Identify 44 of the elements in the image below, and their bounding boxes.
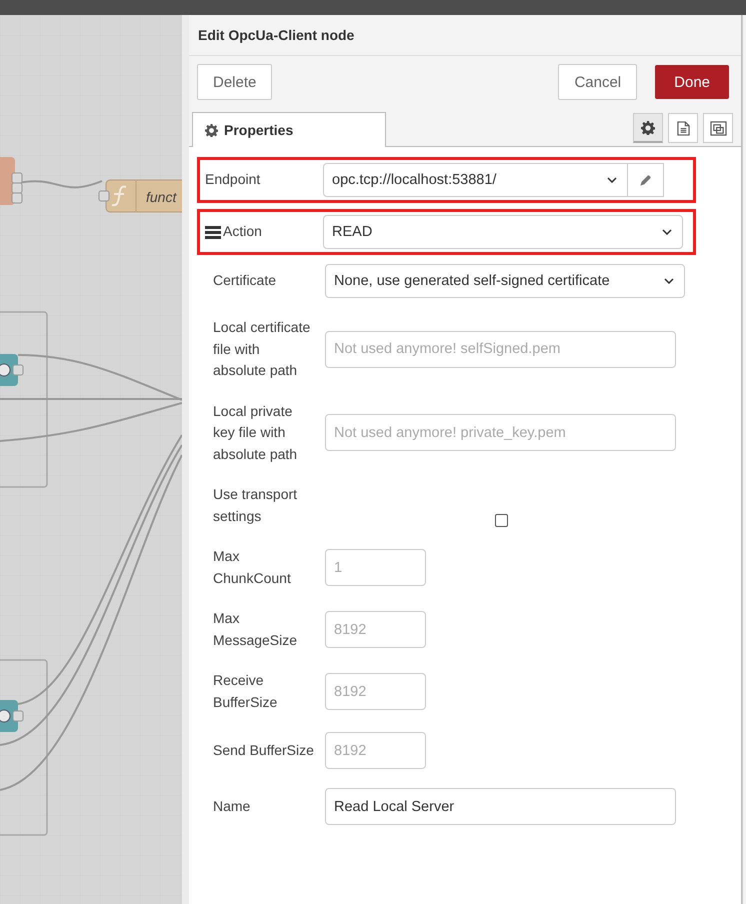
input-field[interactable]: Not used anymore! private_key.pem <box>325 414 676 452</box>
dropdown[interactable]: opc.tcp://localhost:53881/ <box>323 163 628 197</box>
field-label: Action <box>223 222 263 242</box>
field-label: Max MessageSize <box>213 609 298 650</box>
delete-button[interactable]: Delete <box>197 64 272 100</box>
field-label: Use transport settings <box>213 485 298 526</box>
document-button[interactable] <box>668 113 698 143</box>
input-field[interactable]: 8192 <box>325 732 426 769</box>
flow-node[interactable] <box>0 700 24 732</box>
chevron-icon <box>664 278 674 284</box>
frame-button[interactable] <box>703 113 733 143</box>
field-label: Local certificate file with absolute path <box>213 318 312 380</box>
input-field[interactable]: 8192 <box>325 673 426 710</box>
input-field[interactable]: Read Local Server <box>325 788 676 825</box>
input-field[interactable]: 1 <box>325 549 426 586</box>
pencil-icon <box>640 174 652 186</box>
gear-icon <box>205 124 218 136</box>
cancel-button[interactable]: Cancel <box>558 64 638 100</box>
edit-button[interactable] <box>628 163 664 197</box>
flow-node[interactable] <box>0 354 24 386</box>
chevron-icon <box>607 177 617 183</box>
chevron-icon <box>662 229 672 235</box>
frame-icon <box>710 120 726 136</box>
dropdown[interactable]: None, use generated self-signed certificate <box>325 264 685 298</box>
field-label: Certificate <box>213 271 278 290</box>
checkbox[interactable] <box>494 514 508 527</box>
input-field[interactable]: Not used anymore! selfSigned.pem <box>325 330 676 368</box>
input-field[interactable]: 8192 <box>325 611 426 648</box>
field-label: Endpoint <box>205 170 262 190</box>
function-node[interactable] <box>98 180 182 212</box>
done-button[interactable]: Done <box>655 65 729 99</box>
gear-icon <box>641 120 655 134</box>
document-icon <box>676 120 690 136</box>
flow-node[interactable] <box>0 157 22 205</box>
dropdown[interactable]: READ <box>323 215 683 249</box>
settings-button[interactable] <box>633 113 663 143</box>
field-label: Name <box>213 796 252 816</box>
field-label: Send BufferSize <box>213 740 314 760</box>
field-label: Receive BufferSize <box>213 671 278 712</box>
properties-tab[interactable]: Properties <box>192 112 386 147</box>
node-label: funct <box>146 189 176 205</box>
field-label: Local private key file with absolute path <box>213 402 298 464</box>
field-label: Max ChunkCount <box>213 547 292 588</box>
dialog-title: Edit OpcUa-Client node <box>198 27 354 43</box>
